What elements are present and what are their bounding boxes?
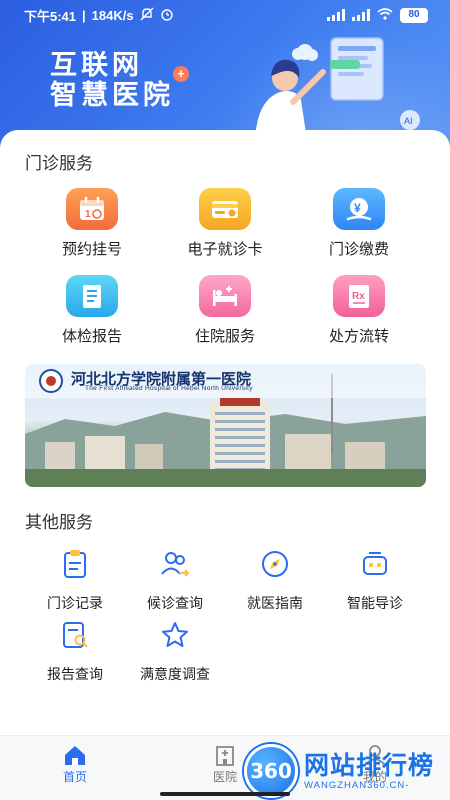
other-visit-records[interactable]: 门诊记录 <box>25 548 125 613</box>
report-icon <box>66 275 118 317</box>
other-satisfaction-survey-label: 满意度调查 <box>140 666 210 682</box>
outpatient-section-title: 门诊服务 <box>25 154 93 173</box>
svg-text:¥: ¥ <box>354 201 361 215</box>
status-bar: 下午5:41 | 184K/s 80 <box>0 0 450 30</box>
service-prescription-label: 处方流转 <box>328 328 389 345</box>
hero-title-line2: 智慧医院 <box>50 80 174 110</box>
robot-icon <box>363 552 387 575</box>
battery-indicator: 80 <box>400 7 428 23</box>
card-icon <box>199 188 251 230</box>
mute-icon <box>140 7 154 24</box>
prescription-icon: Rx <box>333 275 385 317</box>
home-icon <box>65 746 85 765</box>
other-smart-triage-label: 智能导诊 <box>347 595 403 611</box>
other-medical-guide-label: 就医指南 <box>247 595 303 611</box>
service-checkup-report[interactable]: 体检报告 <box>37 275 147 346</box>
hospital-bed-icon <box>199 275 251 317</box>
hero-banner: 下午5:41 | 184K/s 80 互联网 智慧医院 + AI <box>0 0 450 150</box>
service-inpatient-label: 住院服务 <box>194 328 255 345</box>
other-section-title: 其他服务 <box>25 513 93 532</box>
university-logo-icon <box>39 369 63 393</box>
other-smart-triage[interactable]: 智能导诊 <box>325 548 425 613</box>
watermark-title: 网站排行榜 <box>304 752 435 780</box>
service-appointment[interactable]: 1 预约挂号 <box>37 188 147 259</box>
alarm-icon <box>160 7 174 24</box>
report-search-icon <box>63 622 88 648</box>
compass-icon <box>262 551 288 577</box>
service-prescription[interactable]: Rx 处方流转 <box>304 275 414 346</box>
service-e-card-label: 电子就诊卡 <box>187 241 263 258</box>
clipboard-icon <box>64 550 86 578</box>
status-net-speed: 184K/s <box>91 7 134 23</box>
hospital-banner[interactable]: 河北北方学院附属第一医院 The First Affiliated Hospit… <box>25 364 426 487</box>
yen-payment-icon: ¥ <box>333 188 385 230</box>
service-payment[interactable]: ¥ 门诊缴费 <box>304 188 414 259</box>
nav-home-label: 首页 <box>62 770 87 784</box>
nav-hospital-label: 医院 <box>212 770 237 784</box>
main-content: 门诊服务 1 预约挂号 电子就诊卡 ¥ 门诊缴费 体检报告 住院服务 Rx 处方… <box>0 130 450 735</box>
other-queue-query-label: 候诊查询 <box>147 595 203 611</box>
nav-home[interactable]: 首页 <box>45 744 105 785</box>
other-satisfaction-survey[interactable]: 满意度调查 <box>125 619 225 684</box>
other-medical-guide[interactable]: 就医指南 <box>225 548 325 613</box>
hospital-icon <box>216 746 234 766</box>
users-queue-icon <box>161 552 190 577</box>
hero-plus-icon: + <box>173 66 189 82</box>
service-inpatient[interactable]: 住院服务 <box>170 275 280 346</box>
service-payment-label: 门诊缴费 <box>328 241 389 258</box>
status-divider: | <box>82 7 86 23</box>
hero-ai-badge: AI <box>404 116 413 126</box>
other-report-query-label: 报告查询 <box>47 666 103 682</box>
watermark-badge: 360 <box>244 744 298 798</box>
status-time: 下午5:41 <box>24 8 77 24</box>
other-visit-records-label: 门诊记录 <box>47 595 103 611</box>
watermark-url: WANGZHAN360.CN- <box>304 780 410 791</box>
hero-title-line1: 互联网 <box>50 50 143 80</box>
service-e-card[interactable]: 电子就诊卡 <box>170 188 280 259</box>
hero-title: 互联网 智慧医院 <box>50 50 174 110</box>
wifi-icon <box>377 7 393 23</box>
other-report-query[interactable]: 报告查询 <box>25 619 125 684</box>
star-icon <box>162 622 188 647</box>
doctor-illustration-icon: AI <box>255 37 420 140</box>
signal-icon-2 <box>352 9 370 21</box>
banner-subtitle: The First Affiliated Hospital of Hebei N… <box>85 385 253 392</box>
signal-icon <box>327 9 345 21</box>
service-checkup-report-label: 体检报告 <box>61 328 122 345</box>
service-appointment-label: 预约挂号 <box>61 241 122 258</box>
other-queue-query[interactable]: 候诊查询 <box>125 548 225 613</box>
svg-text:Rx: Rx <box>352 291 365 302</box>
calendar-icon: 1 <box>66 188 118 230</box>
svg-text:1: 1 <box>85 209 91 220</box>
home-indicator <box>160 792 290 796</box>
